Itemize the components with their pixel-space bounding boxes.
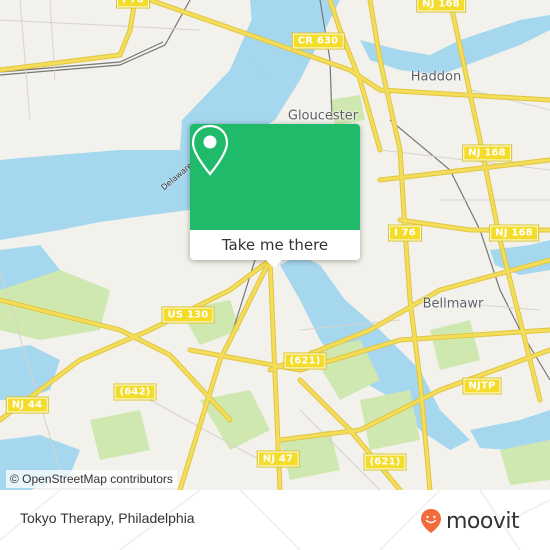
map-attribution[interactable]: © OpenStreetMap contributors <box>6 470 177 488</box>
popup-pointer <box>266 260 282 268</box>
route-shield: (642) <box>113 383 157 401</box>
route-shield: NJ 168 <box>416 0 466 13</box>
route-shield: CR 630 <box>291 32 345 50</box>
moovit-wordmark: moovit <box>446 508 520 534</box>
location-popup: Take me there <box>190 124 360 268</box>
route-shield: NJ 47 <box>256 450 300 468</box>
route-shield: US 130 <box>161 306 215 324</box>
moovit-pin-icon <box>421 509 441 533</box>
route-shield: NJ 168 <box>489 224 539 242</box>
route-shield: (621) <box>363 453 407 471</box>
take-me-there-button[interactable]: Take me there <box>190 230 360 260</box>
moovit-logo[interactable]: moovit <box>420 508 520 534</box>
route-shield: NJ 44 <box>5 396 49 414</box>
woodbury-creek <box>0 345 60 400</box>
route-shield: I 76 <box>116 0 150 9</box>
map-view[interactable]: Delaware Gloucester Haddon Bellmawr NJ 1… <box>0 0 550 490</box>
route-shield: I 76 <box>388 224 422 242</box>
popup-header <box>190 124 360 230</box>
map-pin-icon <box>191 124 229 176</box>
route-shield: NJTP <box>462 377 502 395</box>
place-title: Tokyo Therapy, Philadelphia <box>20 510 195 526</box>
place-label-haddon: Haddon <box>410 69 462 85</box>
route-shield: (621) <box>283 352 327 370</box>
route-shield: NJ 168 <box>462 144 512 162</box>
place-label-gloucester: Gloucester <box>287 108 359 124</box>
place-label-bellmawr: Bellmawr <box>422 296 484 312</box>
